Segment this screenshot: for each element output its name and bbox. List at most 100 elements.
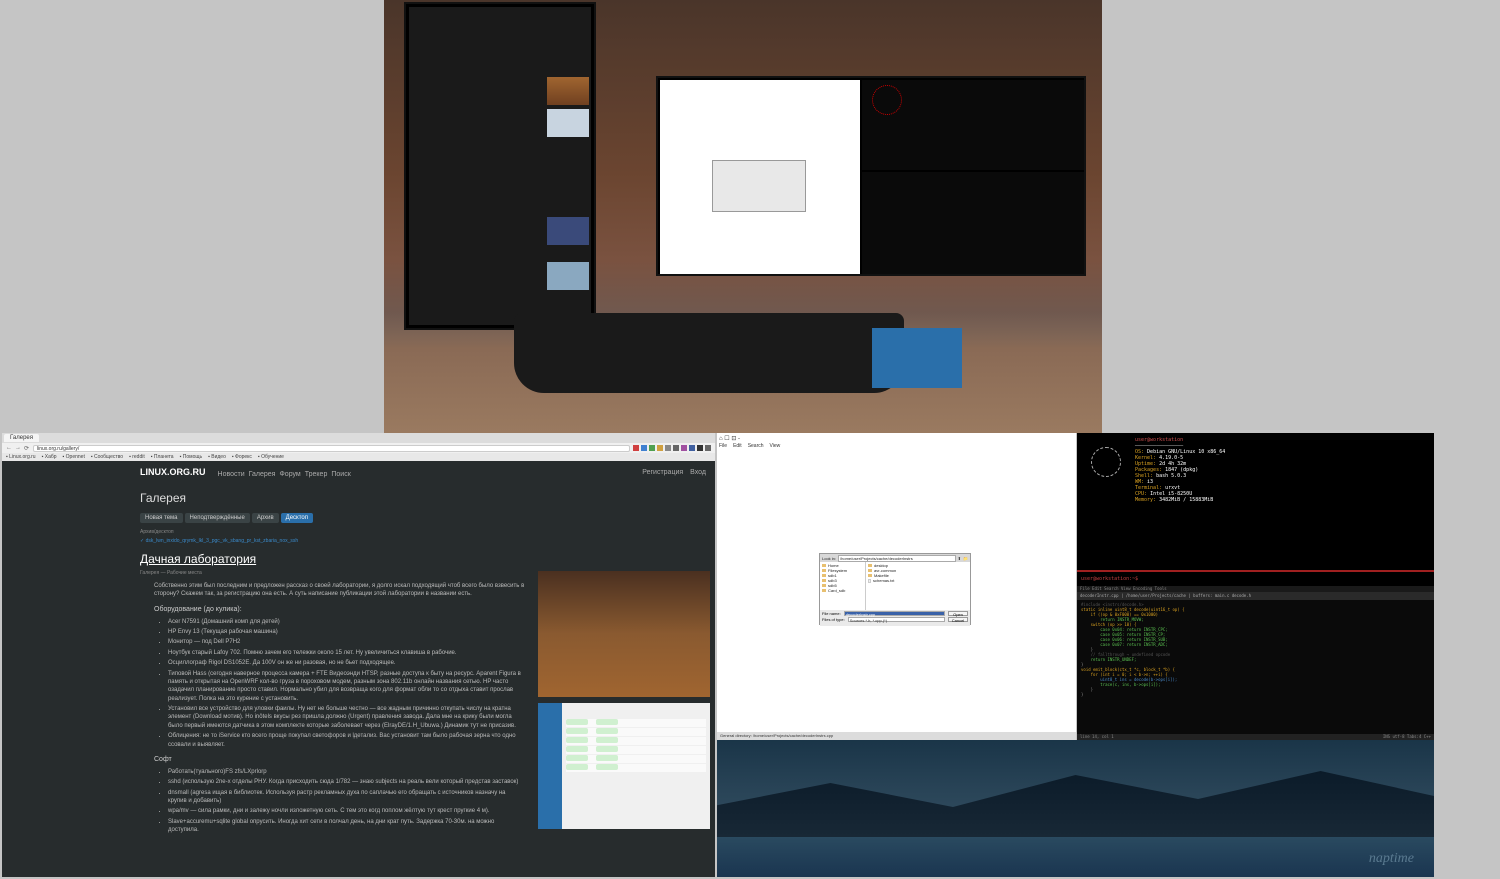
- keyboard: [514, 313, 904, 393]
- list-item: dnsmall (agresa ищая в библиотек. Исполь…: [168, 789, 525, 806]
- filter-tabs: Новая темаНеподтверждённыеАрхивДесктоп: [140, 513, 710, 523]
- folder-icon: [868, 574, 872, 577]
- ext-icon[interactable]: [665, 445, 671, 451]
- bookmark-item[interactable]: ▪ Планета: [151, 454, 174, 460]
- filename-label: File name:: [822, 611, 841, 616]
- open-button[interactable]: Open: [948, 611, 968, 616]
- menu-bar: File Edit Search View: [719, 443, 780, 449]
- list-item: sshd (использую 2ne-x отделы РНУ. Когда …: [168, 778, 525, 786]
- place-item[interactable]: Card_sdb: [821, 588, 864, 593]
- filetype-label: Files of type:: [822, 617, 845, 622]
- thumbnail-photo[interactable]: [538, 571, 710, 697]
- file-open-dialog: Look in: /home/user/Projects/cache/decod…: [819, 553, 971, 625]
- tab-strip: Галерея: [2, 433, 715, 443]
- article-title[interactable]: Дачная лаборатория: [140, 552, 710, 566]
- site-header: LINUX.ORG.RU Новости ГалереяФорум ТрекерПо…: [140, 461, 710, 483]
- site-logo[interactable]: LINUX.ORG.RU: [140, 467, 206, 477]
- editor-window: ⌂ ☐ ⊡ - File Edit Search View Look in: /hom…: [717, 433, 1076, 740]
- filetype-select[interactable]: Sources *.h, *.cpp,(*): [848, 617, 945, 622]
- bookmark-bar: ▪ Linux.org.ru ▪ Хабр ▪ Opennet ▪ Сообществ…: [2, 453, 715, 461]
- list-item: Монитор — под Dell P7H2: [168, 638, 525, 646]
- folder-icon: [822, 569, 826, 572]
- bookmark-item[interactable]: ▪ Хабр: [42, 454, 57, 460]
- bookmark-item[interactable]: ▪ Linux.org.ru: [6, 454, 36, 460]
- nav-link[interactable]: Форум: [279, 471, 300, 478]
- menu-item[interactable]: Edit: [733, 443, 742, 449]
- list-item: Работать(туального)FS zfs/LXprlorp: [168, 768, 525, 776]
- bookmark-item[interactable]: ▪ Opennet: [63, 454, 85, 460]
- list-item: Осциллограф Rigol DS1052E. Да 100V он же…: [168, 659, 525, 667]
- nav-link[interactable]: Трекер: [305, 471, 328, 478]
- bookmark-item[interactable]: ▪ Форекс: [232, 454, 252, 460]
- files-panel: desktopavr-commonMakefileschemas.txt: [866, 562, 970, 610]
- code-area[interactable]: #include <instrs/decode.h>static inline …: [1077, 600, 1434, 699]
- folder-icon: [822, 564, 826, 567]
- forward-icon[interactable]: →: [15, 445, 21, 451]
- bookmark-item[interactable]: ▪ Сообщество: [91, 454, 123, 460]
- filter-tab[interactable]: Неподтверждённые: [185, 513, 250, 523]
- folder-icon: [822, 579, 826, 582]
- up-icon[interactable]: ⬆: [958, 556, 961, 561]
- nav-link[interactable]: Галерея: [249, 471, 276, 478]
- ext-icon[interactable]: [681, 445, 687, 451]
- back-icon[interactable]: ←: [6, 445, 12, 451]
- filter-tab[interactable]: Архив: [252, 513, 279, 523]
- address-bar: ← → ⟳ linux.org.ru/gallery/: [2, 443, 715, 453]
- ext-icon[interactable]: [649, 445, 655, 451]
- auth-link[interactable]: Регистрация: [642, 469, 683, 476]
- horizontal-monitor: [656, 76, 1086, 276]
- filename-input[interactable]: decoderInstr.cpp: [844, 611, 945, 616]
- auth-link[interactable]: Вход: [690, 469, 706, 476]
- filter-tab[interactable]: Десктоп: [281, 513, 313, 523]
- reload-icon[interactable]: ⟳: [24, 445, 30, 451]
- ext-icon[interactable]: [673, 445, 679, 451]
- list-item: wpa/mv — сила рамки, дни и залежу ночли …: [168, 807, 525, 815]
- file-item[interactable]: schemas.txt: [867, 578, 969, 583]
- folder-icon: [868, 564, 872, 567]
- new-folder-icon[interactable]: 📁: [963, 556, 968, 561]
- neofetch-output: user@workstation────────────────OS: Debi…: [1135, 437, 1225, 503]
- desk-photo: [384, 0, 1102, 433]
- menu-icon[interactable]: [705, 445, 711, 451]
- mousepad: [872, 328, 962, 388]
- ext-icon[interactable]: [657, 445, 663, 451]
- folder-icon: [822, 574, 826, 577]
- extension-icons: [633, 445, 711, 451]
- folder-icon: [868, 569, 872, 572]
- vertical-monitor: [404, 2, 596, 330]
- bookmark-item[interactable]: ▪ Обучение: [258, 454, 284, 460]
- editor-tabs[interactable]: decoderInstr.cpp | /home/user/Projects/c…: [1077, 592, 1434, 600]
- bookmark-item[interactable]: ▪ reddit: [129, 454, 145, 460]
- menu-item[interactable]: View: [770, 443, 781, 449]
- shell-prompt[interactable]: user@workstation:~$: [1081, 576, 1138, 582]
- thumbnail-screenshot[interactable]: [538, 703, 710, 829]
- code-editor[interactable]: File Edit Search View Encoding Tools dec…: [1077, 586, 1434, 740]
- status-bar: General directory: /home/user/Projects/c…: [717, 732, 1076, 740]
- cancel-button[interactable]: Cancel: [948, 617, 968, 622]
- browser-window: Галерея ← → ⟳ linux.org.ru/gallery/ ▪ Li…: [2, 433, 715, 877]
- list-item: Ноутбук старый Lafoy 702. Помню зачем ег…: [168, 649, 525, 657]
- ext-icon[interactable]: [641, 445, 647, 451]
- window-controls[interactable]: ⌂ ☐ ⊡ -: [719, 435, 740, 442]
- ext-icon[interactable]: [697, 445, 703, 451]
- location-field[interactable]: /home/user/Projects/cache/decoderInstrs: [838, 555, 956, 562]
- ext-icon[interactable]: [633, 445, 639, 451]
- browser-tab[interactable]: Галерея: [4, 434, 39, 442]
- terminal-neofetch[interactable]: user@workstation────────────────OS: Debi…: [1077, 433, 1434, 586]
- list-item: HP Envy 13 (Текущая рабочая машина): [168, 628, 525, 636]
- menu-item[interactable]: File: [719, 443, 727, 449]
- url-input[interactable]: linux.org.ru/gallery/: [33, 445, 630, 452]
- attach-link[interactable]: ✓ dsk_lwn_inxido_qrymk_lkl_3_pgc_vk_sban…: [140, 538, 710, 544]
- page-title: Галерея: [140, 491, 710, 505]
- menu-item[interactable]: Search: [748, 443, 764, 449]
- bookmark-item[interactable]: ▪ Видео: [208, 454, 226, 460]
- list-item: Типовой Hass (сегодня наверное процесса …: [168, 670, 525, 704]
- article-thumbnails: [538, 571, 710, 835]
- wallpaper-signature: naptime: [1369, 851, 1414, 867]
- nav-link[interactable]: Поиск: [331, 471, 350, 478]
- bookmark-item[interactable]: ▪ Помощь: [180, 454, 202, 460]
- nav-link[interactable]: Новости: [218, 471, 245, 478]
- dialog-header: Look in: /home/user/Projects/cache/decod…: [820, 554, 970, 562]
- filter-tab[interactable]: Новая тема: [140, 513, 183, 523]
- ext-icon[interactable]: [689, 445, 695, 451]
